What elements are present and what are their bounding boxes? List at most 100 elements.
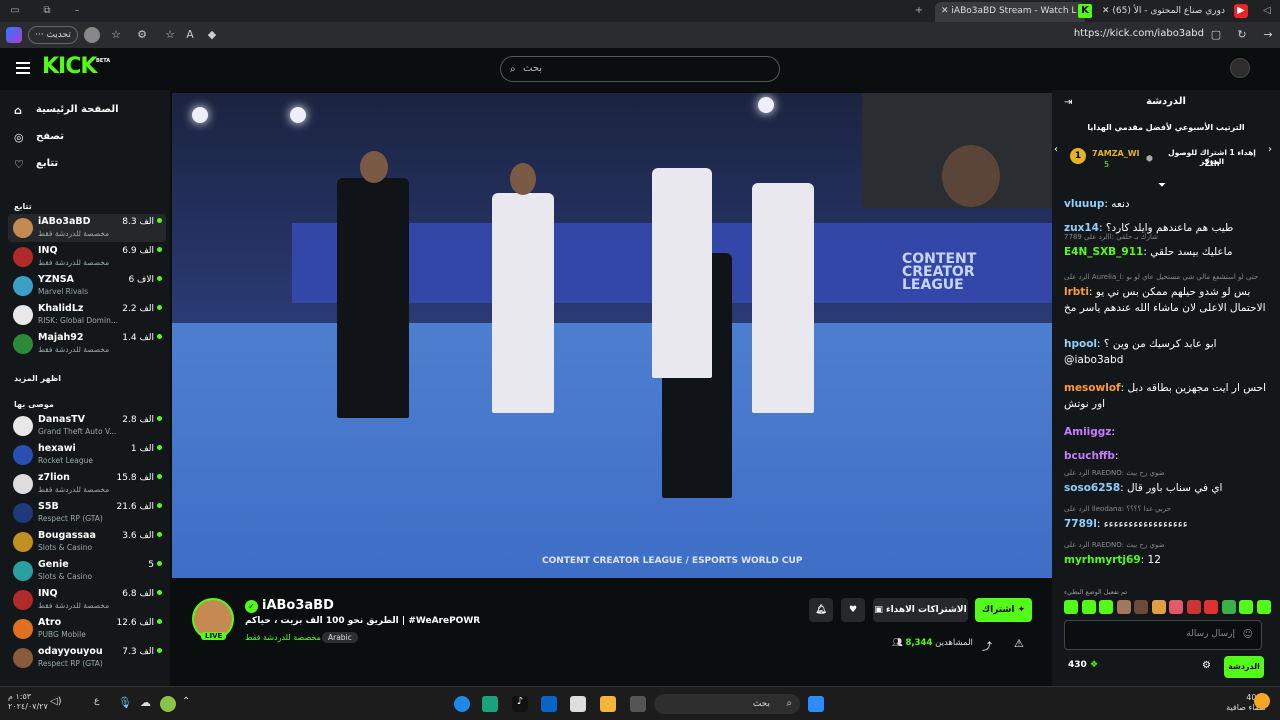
emote-icon[interactable] <box>1204 600 1218 614</box>
sidebar-channel[interactable]: KhalidLz RISK: Global Domin... 2.2 الف <box>8 301 166 329</box>
chat-username[interactable]: mesowlof <box>1064 382 1121 394</box>
favorites-icon[interactable]: ☆ <box>108 27 124 43</box>
gift-subs-button[interactable]: ▣ الاشتراكات الاهداء <box>873 598 968 622</box>
volume-icon[interactable]: ◁) <box>50 696 66 712</box>
sidebar-channel[interactable]: iABo3aBD مخصصة للدردشة فقط 8.3 الف <box>8 214 166 242</box>
send-chat-button[interactable]: الدردشة <box>1224 656 1264 678</box>
edge-icon[interactable] <box>454 696 470 712</box>
tiktok-icon[interactable]: ♪ <box>512 696 528 712</box>
tab-search-icon[interactable]: – <box>70 4 84 18</box>
close-icon[interactable]: ✕ <box>1102 6 1110 16</box>
streamer-name[interactable]: iABo3aBD <box>262 598 334 613</box>
tray-app-icon[interactable] <box>160 696 176 712</box>
tray-chevron-icon[interactable]: ⌃ <box>182 696 198 712</box>
chat-username[interactable]: vluuup <box>1064 198 1104 210</box>
emote-icon[interactable] <box>1151 600 1166 614</box>
chat-username[interactable]: Amiiggz <box>1064 426 1111 438</box>
emote-icon[interactable] <box>1064 600 1078 614</box>
follow-heart-button[interactable]: ♥ <box>841 598 865 622</box>
chat-message[interactable]: bcuchffb: <box>1064 448 1274 464</box>
stream-category[interactable]: مخصصة للدردشة فقط <box>245 633 321 642</box>
chat-username[interactable]: hpool <box>1064 338 1097 350</box>
sidebar-channel[interactable]: Majah92 مخصصة للدردشة فقط 1.4 الف <box>8 330 166 358</box>
leader-name[interactable]: 7AMZA_WI <box>1092 149 1140 158</box>
chat-message[interactable]: soso6258: اي في سناب باور قال <box>1064 480 1274 496</box>
emote-icon[interactable] <box>1221 600 1236 614</box>
chat-message[interactable]: myrhmyrtj69: 12 <box>1064 552 1274 568</box>
user-avatar[interactable] <box>1230 58 1250 78</box>
chevron-right-icon[interactable]: › <box>1268 144 1272 155</box>
tab-youtube[interactable]: ✕ (65) دوري صناع المحتوى - الأ <box>1096 2 1254 22</box>
emote-icon[interactable] <box>1116 600 1131 614</box>
file-explorer-icon[interactable] <box>600 696 616 712</box>
pinned-expand-icon[interactable]: ⏷ <box>1158 180 1166 191</box>
chat-message[interactable]: lrbti: بس لو شدو حيلهم ممكن بس ني يو الا… <box>1064 284 1274 316</box>
read-aloud-icon[interactable]: A <box>182 27 198 43</box>
sidebar-channel[interactable]: INQ مخصصة للدردشة فقط 6.8 الف <box>8 586 166 614</box>
chat-reply-context[interactable]: الرد على RAEDNO: ضوي رح يبث <box>1064 541 1165 549</box>
chevron-left-icon[interactable]: ‹ <box>1054 144 1058 155</box>
sidebar-channel[interactable]: odayyouyou Respect RP (GTA) 7.3 الف <box>8 644 166 672</box>
emoji-icon[interactable]: ☺ <box>1243 629 1253 640</box>
chat-reply-context[interactable]: الرد على lleodana: حربي غدا ؟؟؟؟ <box>1064 505 1171 513</box>
emote-icon[interactable] <box>1169 600 1183 614</box>
reload-icon[interactable]: ↻ <box>1234 27 1250 43</box>
close-icon[interactable]: ✕ <box>941 6 949 16</box>
chat-username[interactable]: E4N_SXB_911 <box>1064 246 1143 258</box>
show-more-link[interactable]: اظهر المزيد <box>14 374 61 383</box>
emote-icon[interactable] <box>1134 600 1148 614</box>
outlook-icon[interactable] <box>541 696 557 712</box>
chat-message[interactable]: mesowlof: احس ار ايت مجهزين بطاقه دبل او… <box>1064 380 1274 412</box>
mute-tab-icon[interactable]: ◁ <box>1260 4 1274 18</box>
language-tag[interactable]: Arabic <box>322 632 358 643</box>
lock-icon[interactable]: ▢ <box>1208 27 1224 43</box>
onedrive-icon[interactable]: ☁ <box>140 696 156 712</box>
chat-message[interactable]: E4N_SXB_911: ماعليك بيسد حلقي <box>1064 244 1274 260</box>
mic-icon[interactable]: 🎙︎ <box>118 696 134 712</box>
store-icon[interactable] <box>570 696 586 712</box>
emote-icon[interactable] <box>1186 600 1201 614</box>
tab-actions-icon[interactable]: ⧉ <box>40 4 54 18</box>
profile-icon[interactable] <box>84 27 100 43</box>
nav-following[interactable]: ♡ تتابع <box>14 156 164 176</box>
notification-bell-button[interactable]: 🔔︎ <box>809 598 833 622</box>
sidebar-channel[interactable]: DanasTV Grand Theft Auto V... 2.8 الف <box>8 412 166 440</box>
extensions-icon[interactable]: ⚙ <box>134 27 150 43</box>
task-view-icon[interactable] <box>630 696 646 712</box>
chat-reply-context[interactable]: الرد على Aurelia_l: حتى لو استشفع مالي ش… <box>1064 273 1258 281</box>
share-icon[interactable]: ⤴ <box>982 638 992 653</box>
start-icon[interactable] <box>808 696 824 712</box>
star-icon[interactable]: ☆ <box>162 27 178 43</box>
sidebar-channel[interactable]: hexawi Rocket League 1 الف <box>8 441 166 469</box>
chat-username[interactable]: myrhmyrtj69 <box>1064 554 1141 566</box>
nav-browse[interactable]: ◎ تصفح <box>14 129 164 149</box>
chat-username[interactable]: 7789l <box>1064 518 1097 530</box>
search-input[interactable]: ⌕ بحث <box>500 56 780 82</box>
taskbar-search[interactable]: بحث ⌕ <box>654 694 800 714</box>
emote-icon[interactable] <box>1081 600 1096 614</box>
back-icon[interactable]: → <box>1260 27 1276 43</box>
taskbar-clock[interactable]: ١:٥٣ م ٢٠٢٤/٠٧/٢٧ <box>8 692 48 712</box>
chat-username[interactable]: soso6258 <box>1064 482 1120 494</box>
emote-icon[interactable] <box>1256 600 1271 614</box>
tab-stream[interactable]: ✕ iABo3aBD Stream - Watch L <box>935 2 1085 22</box>
new-tab-icon[interactable]: + <box>912 4 926 18</box>
sidebar-channel[interactable]: Genie Slots & Casino 5 <box>8 557 166 585</box>
chat-input[interactable]: إرسال رسالة ☺ <box>1064 620 1262 650</box>
chat-settings-icon[interactable]: ⚙ <box>1202 660 1211 671</box>
copilot-icon[interactable] <box>6 27 22 43</box>
nav-home[interactable]: ⌂ الصفحة الرئيسية <box>14 102 164 122</box>
subscribe-button[interactable]: اشتراك ✦ <box>975 598 1032 622</box>
chat-username[interactable]: bcuchffb <box>1064 450 1115 462</box>
chat-message[interactable]: 7789l: ءءءءءءءءءءءءءءءءء <box>1064 516 1274 532</box>
chat-username[interactable]: lrbti <box>1064 286 1089 298</box>
chat-message[interactable]: hpool: ابو عابد كرسيك من وين ؟ @iabo3abd <box>1064 336 1274 368</box>
sidebar-channel[interactable]: S5B Respect RP (GTA) 21.6 الف <box>8 499 166 527</box>
keyboard-layout-icon[interactable]: ع <box>94 696 110 712</box>
app-icon[interactable] <box>482 696 498 712</box>
report-icon[interactable]: ⚠ <box>1014 637 1024 650</box>
chat-message[interactable]: Amiiggz: <box>1064 424 1274 440</box>
chat-message[interactable]: vluuup: دنعه <box>1064 196 1274 212</box>
chat-reply-context[interactable]: الرد على 7789l: شارك بـ حلقي <box>1064 233 1158 241</box>
url-text[interactable]: https://kick.com/iabo3abd <box>1074 28 1204 39</box>
